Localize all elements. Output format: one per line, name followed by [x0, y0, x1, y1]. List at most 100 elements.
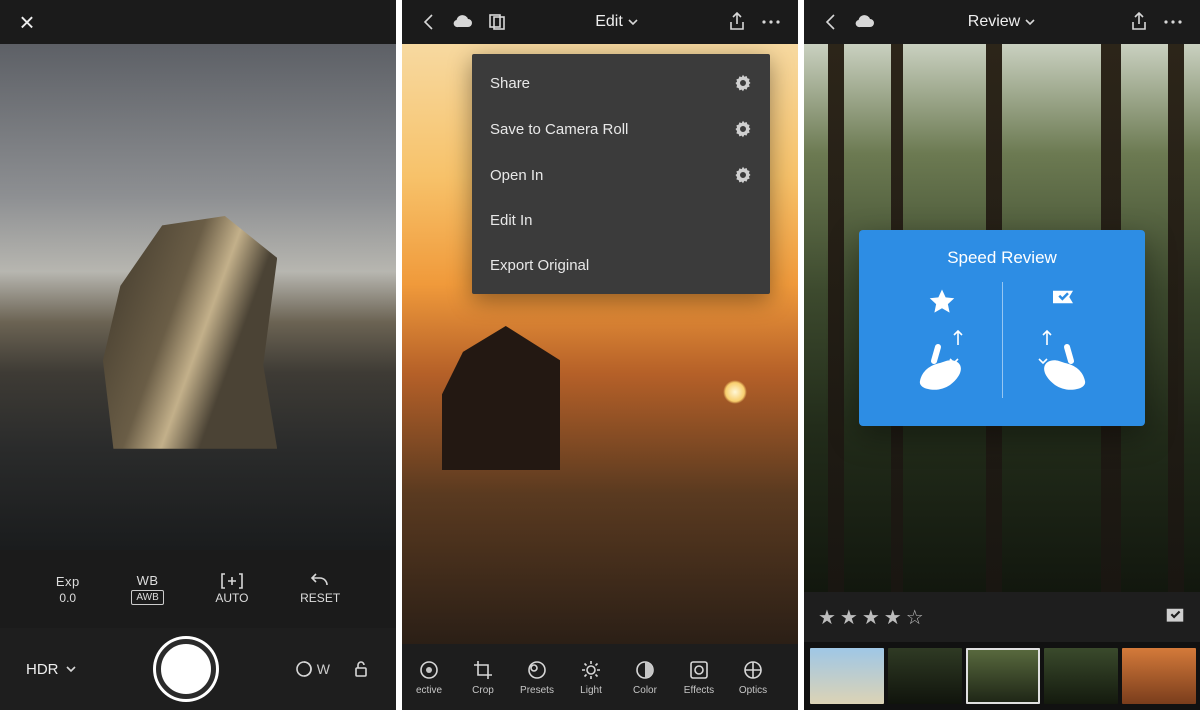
tool-light[interactable]: Light	[564, 659, 618, 696]
star-icon	[927, 287, 957, 317]
back-button[interactable]	[412, 5, 446, 39]
tool-optics[interactable]: Optics	[726, 659, 780, 696]
hdr-mode-button[interactable]: HDR	[26, 661, 77, 678]
gear-icon[interactable]	[734, 74, 752, 92]
presets-icon	[526, 659, 548, 681]
close-button[interactable]: ×	[10, 5, 44, 39]
share-menu-item[interactable]: Share	[472, 60, 770, 106]
reset-control[interactable]: RESET	[300, 573, 340, 605]
shutter-button[interactable]	[156, 639, 216, 699]
edit-toolbar: ective Crop Presets Light Color Effects Optics…	[402, 644, 798, 710]
gear-icon[interactable]	[734, 120, 752, 138]
edit-title-dropdown[interactable]: Edit	[595, 13, 639, 31]
overlay-icon	[487, 13, 507, 31]
share-menu-item-label: Share	[490, 75, 530, 92]
more-button[interactable]	[754, 5, 788, 39]
scene-rock	[442, 326, 561, 470]
camera-right-controls: W	[295, 660, 370, 678]
filmstrip-thumbnail[interactable]	[888, 648, 962, 704]
tool-crop[interactable]: Crop	[456, 659, 510, 696]
chevron-down-icon	[65, 663, 77, 675]
camera-shutter-row: HDR W	[0, 628, 396, 710]
chevron-down-icon	[1024, 16, 1036, 28]
chevron-left-icon	[822, 13, 840, 31]
camera-topbar: ×	[0, 0, 396, 44]
tool-label: ective	[416, 685, 442, 696]
share-menu-item[interactable]: Export Original	[472, 243, 770, 288]
crop-overlay-button[interactable]	[480, 5, 514, 39]
tool-previous[interactable]: Pr	[780, 659, 798, 696]
scene-sun	[723, 380, 747, 404]
cloud-button[interactable]	[446, 5, 480, 39]
tool-label: Light	[580, 685, 602, 696]
camera-settings-row: Exp 0.0 WB AWB AUTO RESET	[0, 550, 396, 628]
review-title-label: Review	[968, 13, 1020, 31]
wb-value: AWB	[131, 590, 163, 605]
lens-wide-label: W	[317, 661, 330, 677]
ellipsis-icon	[1162, 18, 1184, 26]
share-button[interactable]	[720, 5, 754, 39]
ellipsis-icon	[760, 18, 782, 26]
tool-label: Crop	[472, 685, 494, 696]
filmstrip-thumbnail[interactable]	[810, 648, 884, 704]
share-menu-item-label: Save to Camera Roll	[490, 121, 628, 138]
cloud-button[interactable]	[848, 5, 882, 39]
auto-label: AUTO	[215, 591, 248, 605]
speed-review-flag-column[interactable]	[1003, 287, 1123, 393]
color-icon	[634, 659, 656, 681]
share-icon	[728, 12, 746, 32]
lens-wide-button[interactable]: W	[295, 660, 330, 678]
share-menu-item[interactable]: Edit In	[472, 198, 770, 243]
selective-icon	[418, 659, 440, 681]
filmstrip-thumbnail[interactable]	[1122, 648, 1196, 704]
review-screen: Review Speed Review	[804, 0, 1200, 710]
speed-review-rate-column[interactable]	[882, 287, 1002, 393]
filmstrip[interactable]	[804, 642, 1200, 710]
star-rating[interactable]: ★★★★☆	[818, 605, 928, 630]
gear-icon[interactable]	[734, 166, 752, 184]
flag-pick-button[interactable]	[1164, 606, 1186, 628]
exposure-control[interactable]: Exp 0.0	[56, 574, 80, 605]
lens-icon	[295, 660, 313, 678]
filmstrip-thumbnail[interactable]	[1044, 648, 1118, 704]
camera-viewfinder	[0, 44, 396, 550]
tool-presets[interactable]: Presets	[510, 659, 564, 696]
tool-effects[interactable]: Effects	[672, 659, 726, 696]
tool-selective[interactable]: ective	[402, 659, 456, 696]
auto-control[interactable]: AUTO	[215, 573, 248, 605]
share-menu-item[interactable]: Save to Camera Roll	[472, 106, 770, 152]
rating-bar: ★★★★☆	[804, 592, 1200, 642]
share-button[interactable]	[1122, 5, 1156, 39]
hdr-label: HDR	[26, 661, 59, 678]
chevron-down-icon	[627, 16, 639, 28]
exposure-value: 0.0	[59, 591, 76, 605]
more-button[interactable]	[1156, 5, 1190, 39]
scene-tree	[1168, 44, 1184, 592]
back-button[interactable]	[814, 5, 848, 39]
share-menu-item[interactable]: Open In	[472, 152, 770, 198]
edit-screen: Edit Share Save to Camera Roll Open In Edit…	[402, 0, 798, 710]
swipe-hand-icon	[912, 327, 972, 393]
reset-label: RESET	[300, 591, 340, 605]
review-title-dropdown[interactable]: Review	[968, 13, 1036, 31]
lock-open-icon[interactable]	[352, 660, 370, 678]
optics-icon	[742, 659, 764, 681]
white-balance-control[interactable]: WB AWB	[131, 573, 163, 605]
chevron-left-icon	[420, 13, 438, 31]
tool-label: Presets	[520, 685, 554, 696]
share-menu-item-label: Edit In	[490, 212, 533, 229]
camera-screen: × Exp 0.0 WB AWB AUTO RESET HDR	[0, 0, 396, 710]
effects-icon	[688, 659, 710, 681]
swipe-hand-icon	[1033, 327, 1093, 393]
edit-title-label: Edit	[595, 13, 623, 31]
filmstrip-thumbnail[interactable]	[966, 648, 1040, 704]
share-menu-item-label: Open In	[490, 167, 543, 184]
scene-rock	[103, 216, 277, 449]
tool-label: Color	[633, 685, 657, 696]
tool-label: Effects	[684, 685, 714, 696]
cloud-icon	[854, 13, 876, 31]
share-icon	[1130, 12, 1148, 32]
tool-color[interactable]: Color	[618, 659, 672, 696]
undo-icon	[309, 573, 331, 589]
previous-icon	[796, 659, 798, 681]
